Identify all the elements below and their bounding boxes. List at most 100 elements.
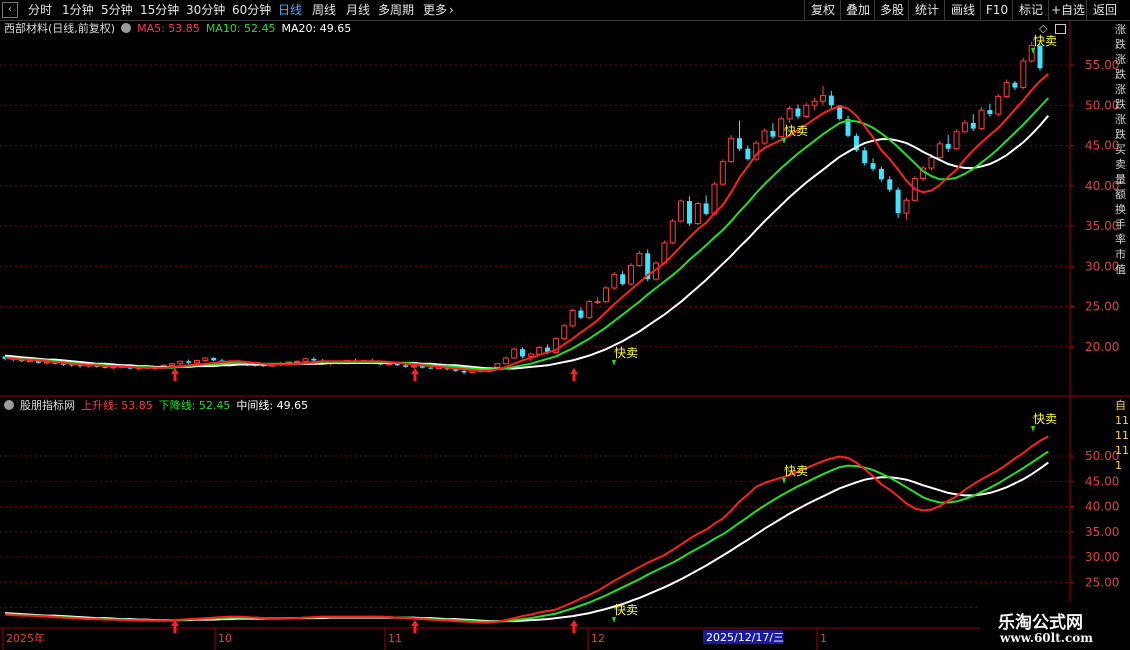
indicator-name[interactable]: 股朋指标网: [20, 399, 75, 412]
buy-arrow-icon: [411, 620, 419, 633]
window-icon[interactable]: [1055, 24, 1066, 34]
candle-body: [728, 137, 735, 163]
stock-title[interactable]: 西部材料(日线,前复权): [4, 22, 115, 35]
candle: [628, 263, 635, 286]
candle-body: [987, 110, 993, 115]
candle-body: [594, 301, 601, 304]
candle: [961, 119, 968, 134]
watermark-url: www.60lt.com: [1000, 631, 1093, 645]
candle: [211, 357, 217, 362]
down-line-label: 下降线: 52.45: [158, 399, 231, 412]
candle: [569, 308, 576, 328]
candle: [761, 128, 768, 145]
candle: [995, 93, 1002, 116]
candle-body: [527, 353, 534, 357]
candle-body: [819, 95, 826, 102]
candle-body: [193, 359, 200, 364]
candle: [862, 147, 868, 166]
candle: [202, 357, 209, 363]
candle: [786, 106, 793, 123]
candle-body: [686, 201, 692, 224]
date-label: 12: [591, 632, 605, 645]
indicator-dot-icon[interactable]: [4, 400, 14, 410]
candle: [778, 116, 785, 139]
candle: [1003, 79, 1010, 99]
candle: [594, 296, 601, 305]
candle: [561, 324, 568, 341]
quote-side-strip: 涨跌涨跌涨跌涨跌买卖量额换手率市值: [1115, 23, 1126, 276]
candle-body: [628, 264, 635, 285]
candle-body: [403, 365, 409, 367]
candle-body: [945, 143, 951, 149]
buy-arrow-icon: [171, 368, 179, 381]
candle-body: [1037, 45, 1043, 69]
candle-body: [978, 109, 985, 130]
candle-body: [936, 143, 943, 159]
candle: [678, 199, 685, 223]
ma20-label: MA20: 49.65: [281, 22, 352, 35]
candle: [686, 196, 692, 226]
candle: [770, 122, 776, 140]
candle: [620, 271, 626, 286]
candle-body: [903, 199, 910, 214]
candle-body: [887, 179, 893, 190]
candle: [703, 195, 709, 216]
candle: [903, 197, 910, 220]
settings-dot-icon[interactable]: [121, 23, 132, 33]
candle-body: [970, 122, 976, 129]
candle-body: [186, 361, 192, 363]
candle-body: [461, 370, 467, 373]
candle: [887, 176, 893, 193]
kline-chart[interactable]: 55.0050.0045.0040.0035.0030.0025.0020.00…: [0, 0, 1130, 650]
candle-layer: [2, 41, 1043, 375]
candle-body: [202, 357, 209, 361]
candle: [945, 135, 951, 152]
candle: [803, 102, 810, 119]
date-label: 1: [820, 632, 827, 645]
candle-body: [620, 274, 626, 284]
candle: [819, 85, 826, 106]
sell-arrow-icon: [1031, 426, 1035, 432]
candle-body: [703, 203, 709, 214]
candle-body: [961, 122, 968, 133]
candle-body: [719, 161, 726, 185]
candle-body: [410, 365, 417, 368]
candle-body: [737, 138, 743, 149]
candle: [936, 140, 943, 160]
sell-annotation: 快卖: [784, 464, 808, 478]
sell-arrow-icon: [612, 617, 616, 623]
candle: [828, 90, 834, 110]
candle-body: [828, 95, 834, 106]
candle: [186, 359, 192, 365]
label-layer: 快卖快卖快卖快卖快卖快卖: [171, 34, 1057, 633]
candle: [870, 158, 876, 172]
ma5-line: [4, 73, 1049, 372]
candle-body: [511, 348, 518, 359]
grid-layer: [0, 64, 1070, 608]
buy-arrow-icon: [570, 368, 578, 381]
candle: [578, 307, 584, 320]
candle: [795, 104, 801, 119]
candle-body: [1020, 60, 1027, 89]
date-label: 11: [388, 632, 402, 645]
sell-annotation: 快卖: [1033, 412, 1057, 426]
sell-annotation: 快卖: [1033, 34, 1057, 48]
diamond-icon[interactable]: ◇: [1039, 22, 1047, 35]
candle-body: [302, 358, 309, 362]
date-label: 10: [218, 632, 232, 645]
candle: [878, 166, 884, 182]
candle: [1020, 57, 1027, 90]
sell-annotation: 快卖: [614, 346, 638, 360]
candle-body: [953, 131, 960, 150]
candle: [845, 115, 851, 138]
sell-arrow-icon: [612, 360, 616, 366]
candle: [953, 129, 960, 151]
candle-body: [578, 310, 584, 318]
candle-body: [811, 100, 818, 106]
buy-arrow-icon: [570, 620, 578, 633]
ma10-label: MA10: 52.45: [205, 22, 276, 35]
candle-body: [928, 157, 935, 169]
buy-arrow-icon: [171, 620, 179, 633]
candle-body: [211, 358, 217, 361]
candle-body: [428, 367, 434, 369]
